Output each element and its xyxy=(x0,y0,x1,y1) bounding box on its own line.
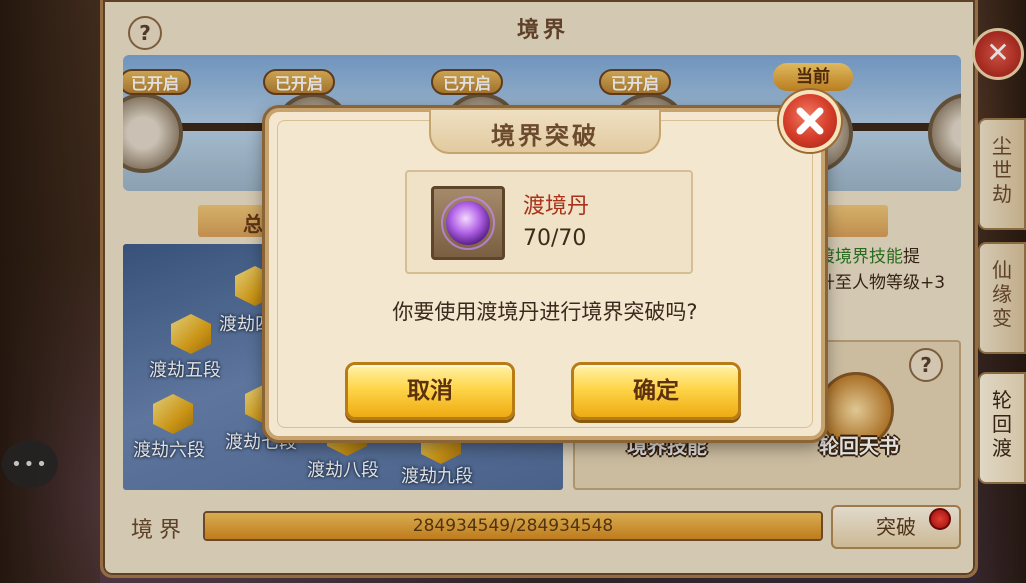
close-x-glyph xyxy=(796,107,824,135)
dialog-title-plate: 境界突破 xyxy=(429,110,661,154)
realm-pill-glyph xyxy=(441,196,495,250)
cancel-button[interactable]: 取消 xyxy=(345,362,515,420)
item-card: 渡境丹 70/70 xyxy=(405,170,693,274)
confirm-button[interactable]: 确定 xyxy=(571,362,741,420)
close-icon[interactable] xyxy=(779,90,841,152)
item-name: 渡境丹 xyxy=(523,194,590,219)
item-count: 70/70 xyxy=(523,226,587,251)
realm-pill-icon[interactable] xyxy=(431,186,505,260)
breakthrough-dialog: 境界突破 渡境丹 70/70 你要使用渡境丹进行境界突破吗? 取消 确定 xyxy=(265,90,841,440)
dialog-title: 境界突破 xyxy=(491,122,599,150)
dialog-question: 你要使用渡境丹进行境界突破吗? xyxy=(392,300,698,324)
